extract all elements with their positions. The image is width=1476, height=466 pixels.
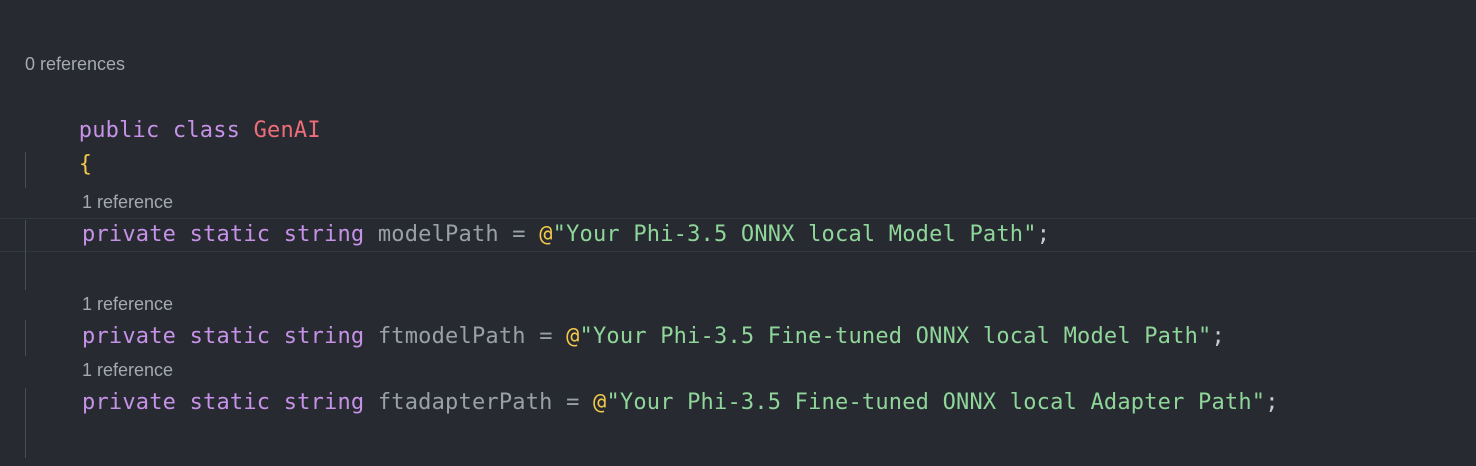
indent-guide <box>25 320 26 356</box>
verbatim-prefix: @ <box>539 222 553 247</box>
keyword-class: class <box>172 118 241 143</box>
verbatim-prefix: @ <box>592 390 607 415</box>
verbatim-prefix: @ <box>566 324 580 349</box>
semicolon: ; <box>1211 324 1225 349</box>
keyword-private: private <box>82 390 177 415</box>
type-string: string <box>283 390 365 415</box>
code-lens-references[interactable]: 1 reference <box>82 358 173 382</box>
field-name: ftadapterPath <box>377 390 553 415</box>
keyword-private: private <box>82 222 177 247</box>
indent-guide <box>25 220 26 290</box>
keyword-private: private <box>82 324 177 349</box>
equals-sign: = <box>539 324 553 349</box>
field-declaration-line[interactable]: private static string ftadapterPath = @"… <box>82 386 1279 420</box>
string-literal: "Your Phi-3.5 ONNX local Model Path" <box>552 222 1037 247</box>
keyword-static: static <box>189 222 271 247</box>
code-lens-references[interactable]: 0 references <box>25 52 125 76</box>
field-declaration-line[interactable]: private static string modelPath = @"Your… <box>82 218 1050 252</box>
semicolon: ; <box>1265 390 1279 415</box>
keyword-static: static <box>189 390 271 415</box>
field-name: modelPath <box>377 222 499 247</box>
string-literal: "Your Phi-3.5 Fine-tuned ONNX local Adap… <box>606 390 1266 415</box>
equals-sign: = <box>566 390 580 415</box>
type-string: string <box>283 324 365 349</box>
semicolon: ; <box>1036 222 1051 247</box>
code-lens-references[interactable]: 1 reference <box>82 190 173 214</box>
indent-guide <box>25 388 26 458</box>
string-literal: "Your Phi-3.5 Fine-tuned ONNX local Mode… <box>579 324 1212 349</box>
type-string: string <box>283 222 365 247</box>
code-lens-references[interactable]: 1 reference <box>82 292 173 316</box>
open-brace: { <box>78 152 93 177</box>
class-name: GenAI <box>253 118 321 143</box>
keyword-static: static <box>189 324 271 349</box>
field-declaration-line[interactable]: private static string ftmodelPath = @"Yo… <box>82 320 1225 354</box>
code-editor[interactable]: 0 references public class GenAI { 1 refe… <box>0 0 1476 466</box>
equals-sign: = <box>512 222 526 247</box>
field-name: ftmodelPath <box>377 324 526 349</box>
